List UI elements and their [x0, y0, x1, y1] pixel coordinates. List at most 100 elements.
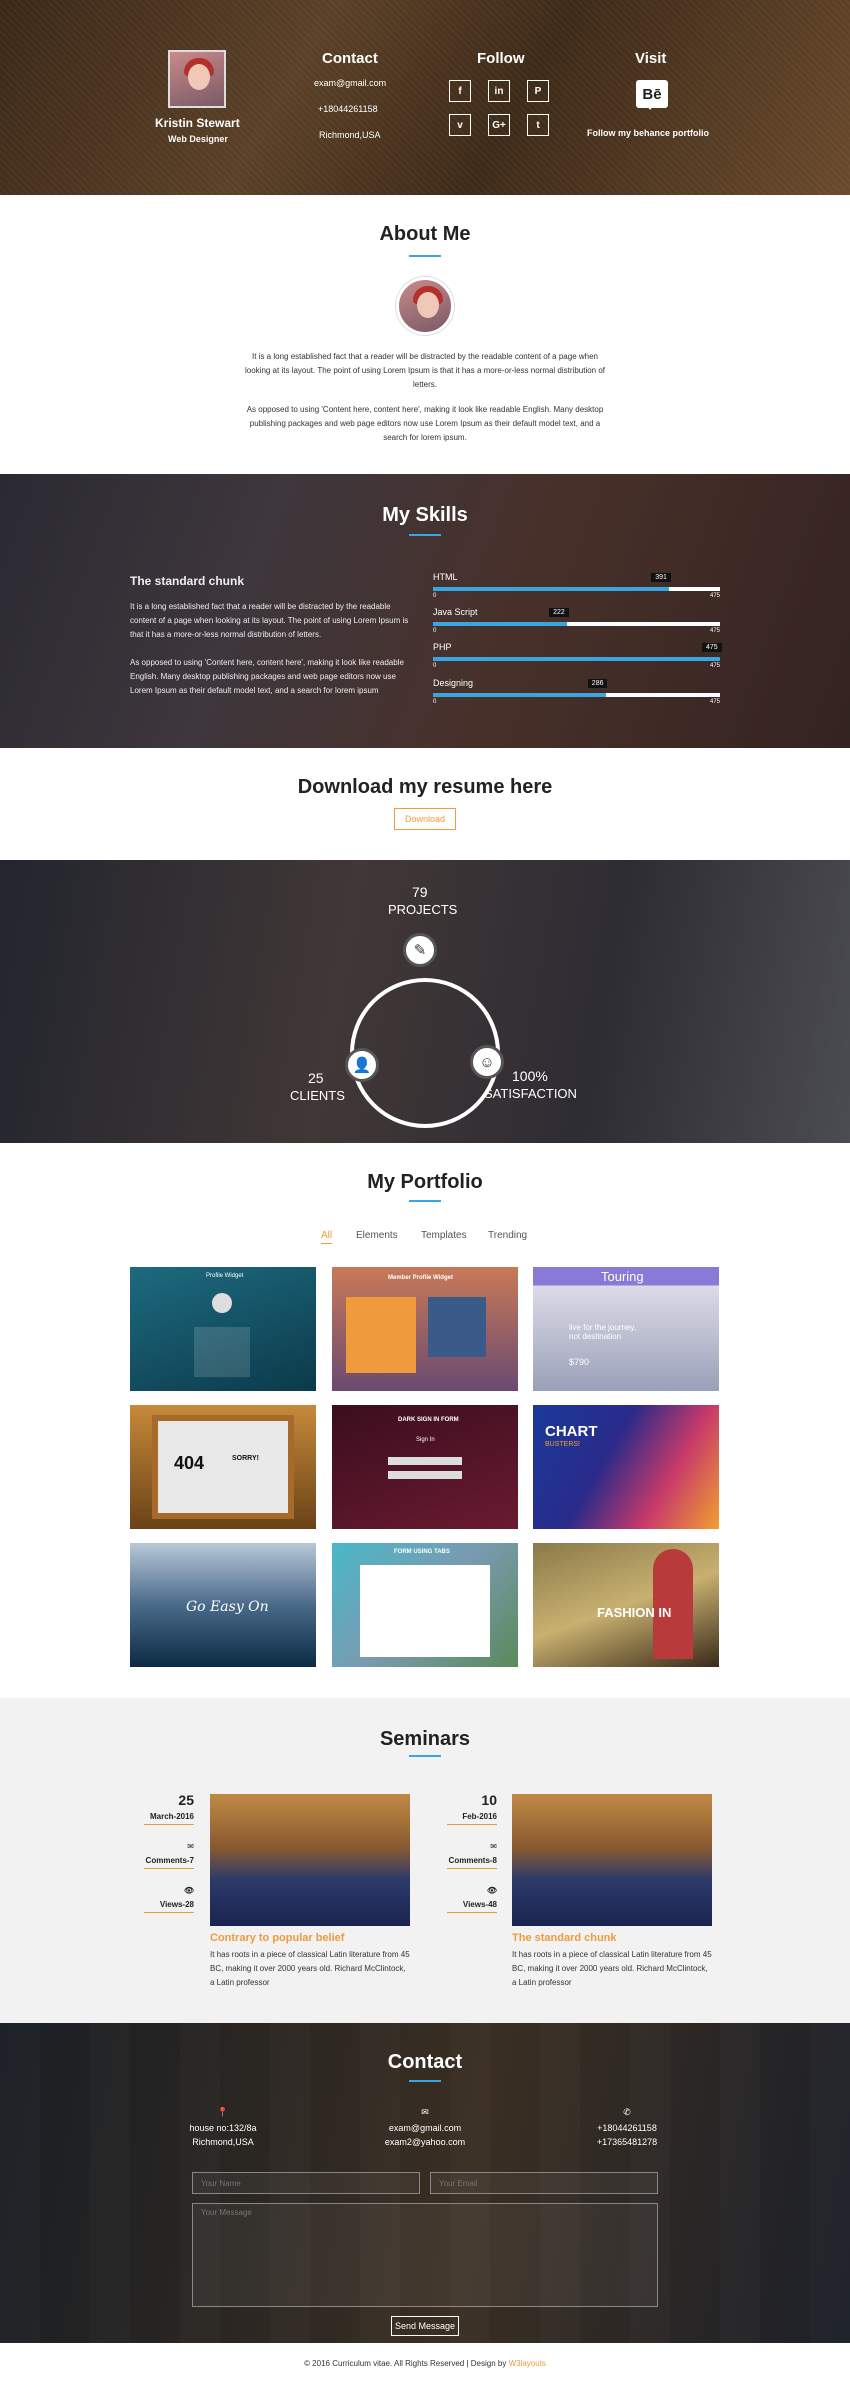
event-1-day: 25 [178, 1792, 194, 1808]
skill-max-label: 475 [710, 593, 721, 599]
filter-elements[interactable]: Elements [356, 1230, 398, 1241]
comment-icon: ✉ [187, 1842, 194, 1851]
about-avatar [396, 277, 454, 335]
profile-name: Kristin Stewart [155, 116, 240, 130]
skill-min-label: 0 [433, 663, 437, 669]
event-2-comments: Comments-8 [448, 1856, 497, 1865]
skills-paragraph-2: As opposed to using 'Content here, conte… [130, 658, 404, 695]
event-1-month: March-2016 [149, 1812, 194, 1821]
location-icon: 📍 [217, 2107, 229, 2117]
skill-label: Designing [433, 678, 474, 688]
footer-line: © 2016 Curriculum vitae. All Rights Rese… [0, 2359, 850, 2368]
tile-label: Touring [601, 1269, 644, 1284]
footer-brand-link[interactable]: W3layouts [509, 2359, 546, 2368]
contact-heading: Contact [322, 50, 378, 67]
projects-number: 79 [412, 884, 428, 900]
contact-email-2[interactable]: exam2@yahoo.com [365, 2137, 485, 2147]
portfolio-underline [409, 1200, 441, 1202]
tile-label: Member Profile Widget [388, 1275, 453, 1281]
tumblr-icon[interactable]: t [527, 114, 549, 136]
portfolio-tile-chart-busters[interactable]: CHART BUSTERS! [533, 1405, 719, 1529]
skill-label: Java Script [433, 607, 478, 617]
resume-title: Download my resume here [297, 776, 553, 798]
portfolio-tile-dark-sign-in[interactable]: DARK SIGN IN FORM Sign In [332, 1405, 518, 1529]
skill-label: HTML [433, 572, 458, 582]
mail-icon: ✉ [421, 2107, 429, 2117]
skill-min-label: 0 [433, 628, 437, 634]
behance-link[interactable]: Follow my behance portfolio [587, 128, 709, 138]
filter-all[interactable]: All [321, 1230, 333, 1244]
portfolio-tile-touring[interactable]: Touring live for the journey, not destin… [533, 1267, 719, 1391]
vimeo-icon[interactable]: v [449, 114, 471, 136]
skills-paragraph-1: It is a long established fact that a rea… [130, 602, 409, 639]
contact-section: Contact 📍 house no:132/8a Richmond,USA ✉… [0, 2023, 850, 2343]
contact-title: Contact [387, 2051, 463, 2073]
linkedin-icon[interactable]: in [488, 80, 510, 102]
skill-bar-fill [433, 587, 670, 591]
tile-label: DARK SIGN IN FORM [398, 1417, 459, 1423]
profile-avatar [168, 50, 226, 108]
event-2-title[interactable]: The standard chunk [512, 1932, 617, 1944]
event-1-title[interactable]: Contrary to popular belief [210, 1932, 344, 1944]
filter-trending[interactable]: Trending [488, 1230, 527, 1241]
tile-sub: BUSTERS! [545, 1441, 581, 1448]
skill-value-tag: 391 [651, 573, 671, 582]
contact-phone-1: +18044261158 [597, 2123, 657, 2133]
skill-bar-fill [433, 693, 606, 697]
header-location: Richmond,USA [319, 130, 381, 140]
portfolio-tile-member-profile[interactable]: Member Profile Widget [332, 1267, 518, 1391]
tile-sub: Sign In [416, 1437, 435, 1443]
contact-underline [409, 2080, 441, 2082]
skill-bar-track [433, 693, 720, 697]
facebook-icon[interactable]: f [449, 80, 471, 102]
skill-min-label: 0 [433, 699, 437, 705]
about-paragraph-2: As opposed to using 'Content here, conte… [246, 405, 604, 442]
event-2-text: It has roots in a piece of classical Lat… [512, 1950, 712, 1987]
tile-label: 404 [174, 1453, 205, 1473]
about-underline [409, 255, 441, 257]
filter-templates[interactable]: Templates [421, 1230, 467, 1241]
skill-max-label: 475 [710, 628, 721, 634]
about-paragraph-1: It is a long established fact that a rea… [244, 352, 606, 389]
smile-icon: ☺ [470, 1045, 504, 1079]
skill-max-label: 475 [710, 663, 721, 669]
tile-label: Go Easy On [186, 1599, 269, 1615]
portfolio-tile-go-easy-on[interactable]: Go Easy On [130, 1543, 316, 1667]
tile-avatar-icon [212, 1293, 232, 1313]
portfolio-tile-fashion[interactable]: FASHION IN [533, 1543, 719, 1667]
header-email[interactable]: exam@gmail.com [314, 78, 386, 88]
event-2-views: Views-48 [462, 1900, 497, 1909]
portfolio-tile-404[interactable]: 404 SORRY! [130, 1405, 316, 1529]
visit-heading: Visit [635, 50, 667, 67]
behance-icon[interactable]: Bē [636, 80, 668, 110]
download-button[interactable]: Download [394, 808, 456, 830]
skill-value-tag: 222 [549, 608, 569, 617]
pinterest-icon[interactable]: P [527, 80, 549, 102]
contact-phone-2: +17365481278 [596, 2137, 658, 2147]
portfolio-tile-form-tabs[interactable]: FORM USING TABS [332, 1543, 518, 1667]
name-input[interactable] [192, 2172, 420, 2194]
event-1-comments: Comments-7 [145, 1856, 194, 1865]
clients-label: CLIENTS [290, 1088, 345, 1103]
event-1-text: It has roots in a piece of classical Lat… [210, 1950, 410, 1987]
tile-label: FASHION IN [597, 1605, 672, 1620]
skill-bar-track [433, 622, 720, 626]
email-input[interactable] [430, 2172, 658, 2194]
google-plus-icon[interactable]: G+ [488, 114, 510, 136]
event-2-image [512, 1794, 712, 1926]
projects-label: PROJECTS [388, 902, 458, 917]
skills-underline [409, 534, 441, 536]
skill-max-label: 475 [710, 699, 721, 705]
footer-copyright: © 2016 Curriculum vitae. All Rights Rese… [304, 2359, 507, 2368]
seminars-title: Seminars [379, 1728, 471, 1750]
skills-section: My Skills The standard chunk It is a lon… [0, 474, 850, 748]
skill-bar-track [433, 657, 720, 661]
contact-email-1[interactable]: exam@gmail.com [365, 2123, 485, 2133]
message-textarea[interactable] [192, 2203, 658, 2307]
send-message-button[interactable]: Send Message [391, 2316, 459, 2336]
edit-icon: ✎ [403, 933, 437, 967]
portfolio-tile-profile-widget[interactable]: Profile Widget [130, 1267, 316, 1391]
skills-title: My Skills [382, 504, 468, 526]
satisfaction-number: 100% [512, 1068, 548, 1084]
header-phone: +18044261158 [318, 104, 378, 114]
